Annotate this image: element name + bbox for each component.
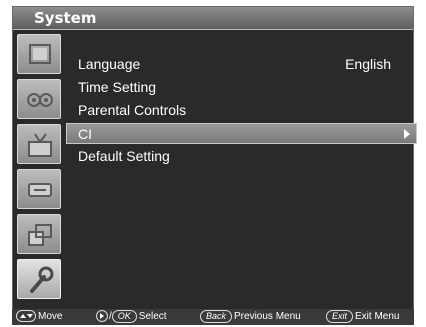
menu-item-label: Language [78, 56, 141, 72]
channel-tab[interactable] [17, 124, 61, 164]
language-value: English [345, 56, 391, 72]
pip-tab[interactable] [17, 214, 61, 254]
menu-title: System [34, 9, 97, 27]
picture-icon [29, 44, 51, 64]
sidebar [17, 34, 63, 302]
osd-window: System Language English Time Setting Par… [12, 6, 417, 321]
menu-list: Language English Time Setting Parental C… [66, 51, 417, 301]
system-tab[interactable] [17, 259, 61, 299]
menu-item-label: Time Setting [78, 79, 157, 95]
menu-item-parental-controls[interactable]: Parental Controls [66, 100, 411, 121]
pip-icon [28, 224, 52, 246]
input-icon [28, 183, 52, 197]
help-previous: Back Previous Menu [200, 309, 301, 325]
channel-icon [28, 133, 52, 157]
picture-tab[interactable] [17, 34, 61, 74]
sound-icon [27, 93, 53, 107]
up-down-icon [16, 310, 36, 323]
help-select: / OK Select [96, 309, 167, 325]
system-wrench-icon [30, 266, 54, 293]
help-exit: Exit Exit Menu [326, 309, 399, 325]
menu-item-default-setting[interactable]: Default Setting [66, 146, 411, 167]
menu-item-label: CI [78, 126, 92, 142]
right-arrow-circle-icon [96, 310, 108, 323]
menu-item-label: Parental Controls [78, 102, 187, 118]
menu-item-time-setting[interactable]: Time Setting [66, 77, 411, 98]
menu-item-label: Default Setting [78, 148, 170, 164]
help-bar: Move / OK Select Back Previous Menu Exit Exi… [12, 309, 414, 325]
input-tab[interactable] [17, 169, 61, 209]
exit-key-icon: Exit [326, 309, 354, 323]
help-move: Move [16, 309, 62, 325]
chevron-right-icon [404, 129, 410, 139]
title-bar: System [13, 7, 413, 30]
ok-key-icon: OK [111, 309, 137, 323]
back-key-icon: Back [200, 309, 233, 323]
sound-tab[interactable] [17, 79, 61, 119]
menu-item-ci[interactable]: CI [66, 123, 417, 144]
menu-item-language[interactable]: Language English [66, 54, 411, 75]
